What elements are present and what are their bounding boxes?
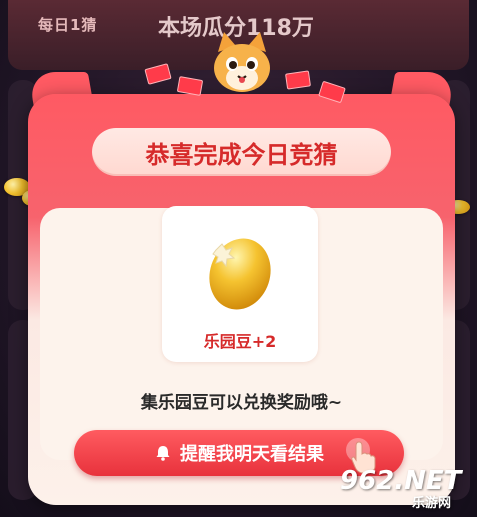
result-dialog: 恭喜完成今日竞猜 乐园豆+2 集乐园豆可以兑换奖励哦~ 提醒我明天看结果 xyxy=(27,32,456,505)
watermark-site: 乐游网 xyxy=(412,496,452,511)
cat-mascot-icon xyxy=(214,32,270,92)
red-envelope-icon xyxy=(144,63,172,85)
dialog-title: 恭喜完成今日竞猜 xyxy=(92,128,391,176)
reward-label: 乐园豆+2 xyxy=(203,332,277,351)
red-envelope-icon xyxy=(285,70,311,90)
daily-guess-label: 每日1猜 xyxy=(38,16,98,34)
reward-card: 乐园豆+2 xyxy=(162,206,318,362)
site-watermark: 962.NET 乐游网 xyxy=(340,462,470,512)
red-envelope-icon xyxy=(176,76,204,96)
gold-bean-icon xyxy=(209,238,271,310)
bell-icon xyxy=(156,446,170,461)
exchange-hint: 集乐园豆可以兑换奖励哦~ xyxy=(140,393,343,413)
remind-button-label: 提醒我明天看结果 xyxy=(180,444,324,465)
